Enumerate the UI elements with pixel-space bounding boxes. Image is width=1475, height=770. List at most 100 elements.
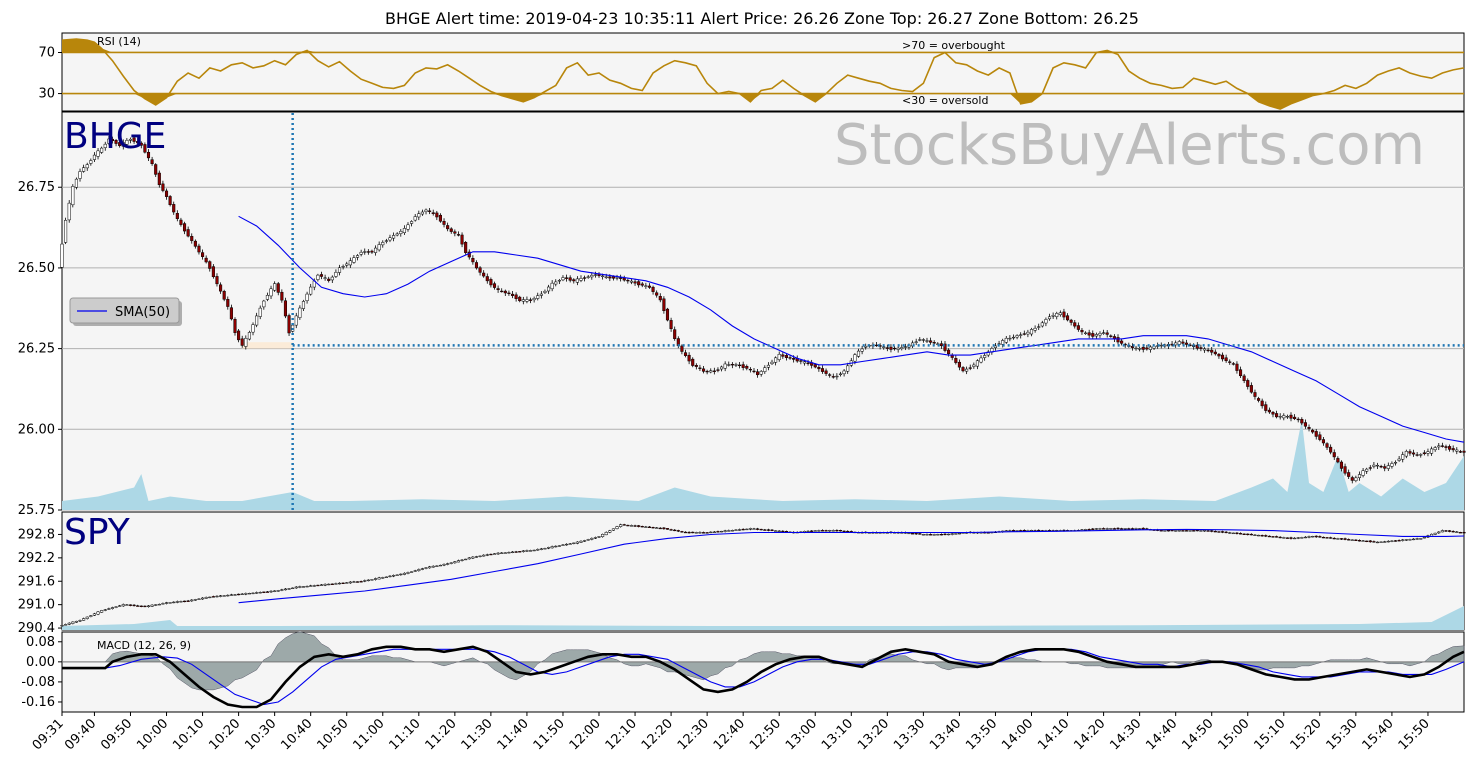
spy-candle-body — [568, 543, 572, 545]
bhge-candle-body — [1141, 346, 1145, 350]
bhge-candle-body — [1357, 474, 1362, 478]
spy-candle-body — [738, 529, 742, 531]
x-tick-label: 14:10 — [1035, 716, 1072, 753]
bhge-candle-body — [835, 375, 839, 378]
spy-candle-body — [74, 620, 78, 623]
spy-candle-body — [500, 552, 504, 554]
spy-candle-body — [1087, 529, 1091, 531]
spy-candle-body — [565, 543, 569, 546]
bhge-candle-body — [583, 277, 587, 279]
spy-candle-body — [748, 528, 752, 530]
spy-candle-body — [417, 569, 421, 571]
bhge-candle-body — [413, 216, 417, 221]
bhge-candle-body — [1401, 454, 1405, 460]
bhge-candle-body — [1055, 313, 1059, 317]
bhge-candle-body — [1047, 316, 1052, 320]
spy-candle-body — [280, 589, 284, 591]
bhge-candle-body — [1411, 452, 1416, 455]
bhge-candle-body — [273, 283, 277, 291]
spy-candle-body — [611, 528, 615, 531]
spy-candle-body — [637, 525, 641, 527]
bhge-candle-body — [528, 299, 533, 301]
spy-candle-body — [763, 529, 767, 531]
spy-candle-body — [1404, 539, 1408, 541]
bhge-candle-body — [1080, 329, 1084, 333]
spy-candle-body — [388, 575, 392, 578]
bhge-candle-body — [478, 267, 482, 273]
bhge-candle-body — [341, 266, 345, 268]
bhge-candle-body — [799, 360, 803, 362]
spy-candle-body — [925, 534, 929, 536]
bhge-candle-body — [1001, 340, 1005, 345]
bhge-candle-body — [428, 210, 432, 212]
spy-candle-body — [1278, 536, 1282, 539]
spy-candle-body — [921, 534, 925, 536]
spy-candle-body — [92, 613, 96, 616]
bhge-candle-body — [918, 339, 922, 341]
spy-candle-body — [125, 604, 129, 606]
spy-candle-body — [1246, 533, 1250, 536]
bhge-candle-body — [1311, 429, 1315, 433]
bhge-candle-body — [471, 257, 475, 263]
spy-candle-body — [727, 530, 731, 532]
spy-candle-body — [1300, 537, 1304, 539]
bhge-candle-body — [334, 272, 338, 277]
spy-candle-body — [1249, 533, 1253, 536]
bhge-candle-body — [1375, 464, 1380, 467]
x-tick-label: 15:30 — [1324, 716, 1361, 753]
chart-figure: BHGE Alert time: 2019-04-23 10:35:11 Ale… — [0, 0, 1475, 770]
bhge-candle-body — [745, 365, 749, 369]
bhge-candle-body — [1026, 331, 1030, 335]
bhge-candle-body — [1213, 351, 1217, 355]
spy-candle-body — [831, 530, 835, 532]
bhge-candle-body — [662, 298, 666, 311]
macd-y-tick-label: -0.08 — [21, 675, 55, 690]
spy-candle-body — [640, 526, 644, 528]
spy-candle-body — [918, 533, 922, 535]
spy-candle-body — [1354, 539, 1358, 541]
spy-candle-body — [1343, 538, 1347, 540]
spy-candle-body — [467, 557, 471, 560]
bhge-candle-body — [1062, 311, 1066, 318]
spy-candle-body — [539, 548, 543, 550]
spy-candle-body — [1253, 534, 1257, 536]
bhge-candle-body — [204, 257, 208, 263]
bhge-candle-body — [752, 370, 756, 373]
spy-candle-body — [777, 530, 781, 532]
spy-candle-body — [150, 604, 154, 607]
bhge-candle-body — [586, 276, 590, 278]
bhge-candle-body — [1199, 347, 1203, 349]
spy-candle-body — [168, 602, 172, 604]
spy-candle-body — [1159, 530, 1163, 532]
bhge-candle-body — [1329, 446, 1333, 453]
bhge-candle-body — [1231, 363, 1235, 365]
bhge-candle-body — [226, 299, 230, 307]
spy-candle-body — [64, 624, 68, 626]
bhge-candle-body — [464, 241, 468, 253]
bhge-candle-body — [215, 276, 219, 285]
spy-candle-body — [1170, 529, 1174, 532]
bhge-candle-body — [820, 368, 825, 372]
spy-candle-body — [1361, 540, 1365, 542]
bhge-candle-body — [1343, 466, 1347, 474]
spy-candle-body — [1166, 530, 1171, 532]
spy-candle-body — [1109, 528, 1113, 530]
spy-candle-body — [932, 534, 936, 536]
bhge-candle-body — [1051, 315, 1055, 317]
bhge-candle-body — [1159, 344, 1163, 347]
bhge-candle-body — [193, 240, 197, 247]
spy-candle-body — [438, 564, 442, 567]
spy-candle-body — [1094, 528, 1098, 530]
bhge-candle-body — [1448, 446, 1452, 450]
spy-candle-body — [1375, 541, 1380, 544]
spy-candle-body — [96, 611, 100, 615]
bhge-candle-body — [723, 363, 727, 369]
bhge-candle-body — [593, 274, 597, 276]
bhge-candle-body — [738, 364, 742, 367]
bhge-candle-body — [954, 358, 958, 363]
bhge-candle-body — [1430, 448, 1434, 454]
bhge-candle-body — [406, 224, 410, 230]
spy-candle-body — [514, 551, 518, 553]
spy-candle-body — [370, 579, 374, 581]
bhge-candle-body — [691, 358, 695, 366]
